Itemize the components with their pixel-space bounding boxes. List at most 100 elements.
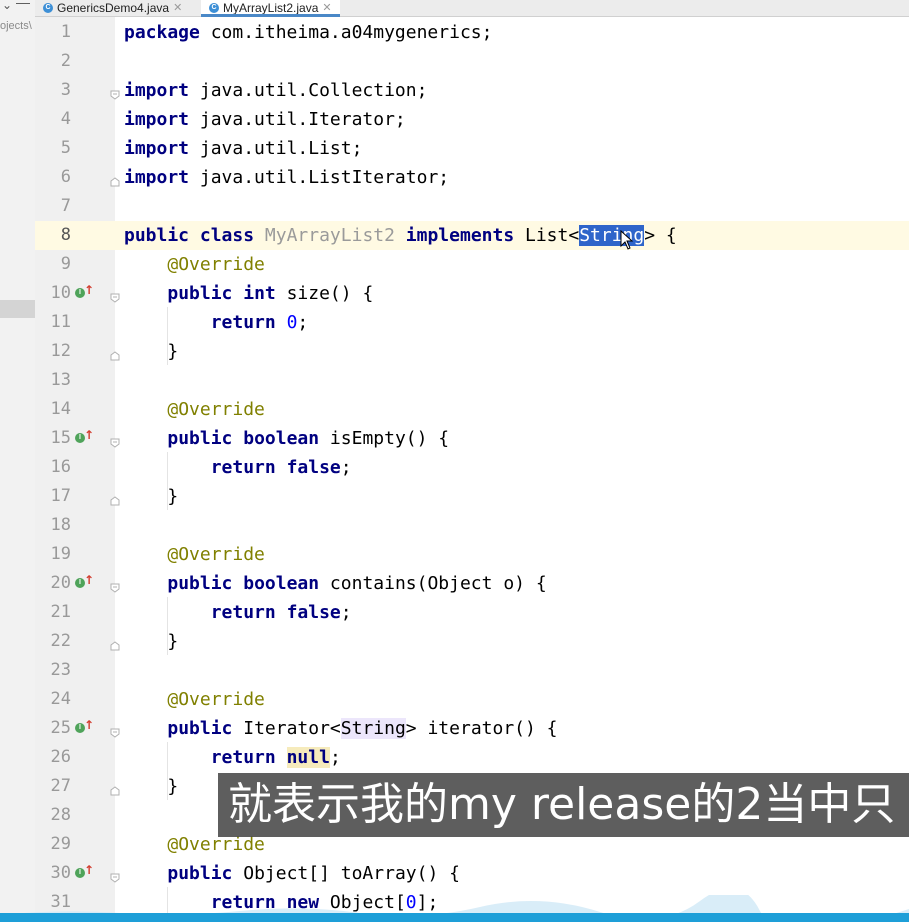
line-number[interactable]: 28 xyxy=(35,801,71,830)
code-line-23[interactable]: 23 xyxy=(35,656,909,685)
fold-start-icon[interactable] xyxy=(110,868,120,883)
fold-start-icon[interactable] xyxy=(110,723,120,738)
project-tree-selected-row[interactable] xyxy=(0,300,35,318)
code-line-9[interactable]: 9 @Override xyxy=(35,250,909,279)
code-text[interactable]: import java.util.ListIterator; xyxy=(124,163,449,192)
code-line-14[interactable]: 14 @Override xyxy=(35,395,909,424)
line-number[interactable]: 2 xyxy=(35,47,71,76)
code-line-11[interactable]: 11 return 0; xyxy=(35,308,909,337)
line-number[interactable]: 8 xyxy=(35,221,71,250)
line-number[interactable]: 11 xyxy=(35,308,71,337)
code-line-30[interactable]: 30 I ↑ public Object[] toArray() { xyxy=(35,859,909,888)
line-number[interactable]: 18 xyxy=(35,511,71,540)
collapse-caret-icon[interactable]: ⌄ xyxy=(2,0,12,12)
code-text[interactable]: return 0; xyxy=(124,308,309,337)
code-text[interactable]: public boolean contains(Object o) { xyxy=(124,569,546,598)
code-text[interactable]: import java.util.List; xyxy=(124,134,362,163)
code-text[interactable]: import java.util.Iterator; xyxy=(124,105,406,134)
line-number[interactable]: 22 xyxy=(35,627,71,656)
implements-method-icon[interactable]: I ↑ xyxy=(75,428,94,445)
code-line-17[interactable]: 17 } xyxy=(35,482,909,511)
line-number[interactable]: 7 xyxy=(35,192,71,221)
code-text[interactable]: public int size() { xyxy=(124,279,373,308)
close-icon[interactable]: ✕ xyxy=(173,2,182,14)
code-line-6[interactable]: 6 import java.util.ListIterator; xyxy=(35,163,909,192)
line-number[interactable]: 21 xyxy=(35,598,71,627)
code-text[interactable]: public Iterator<String> iterator() { xyxy=(124,714,558,743)
line-number[interactable]: 6 xyxy=(35,163,71,192)
code-line-7[interactable]: 7 xyxy=(35,192,909,221)
fold-start-icon[interactable] xyxy=(110,433,120,448)
code-line-3[interactable]: 3 import java.util.Collection; xyxy=(35,76,909,105)
code-text[interactable]: public boolean isEmpty() { xyxy=(124,424,449,453)
progress-bar[interactable] xyxy=(0,913,909,922)
code-text[interactable]: package com.itheima.a04mygenerics; xyxy=(124,18,492,47)
fold-end-icon[interactable] xyxy=(110,346,120,361)
code-line-15[interactable]: 15 I ↑ public boolean isEmpty() { xyxy=(35,424,909,453)
code-line-8[interactable]: 8 public class MyArrayList2 implements Li… xyxy=(35,221,909,250)
code-text[interactable]: } xyxy=(124,337,178,366)
minimize-icon[interactable]: — xyxy=(16,0,30,10)
code-text[interactable]: return false; xyxy=(124,453,352,482)
project-panel-strip[interactable]: ⌄ — ojects\ xyxy=(0,0,36,922)
line-number[interactable]: 13 xyxy=(35,366,71,395)
line-number[interactable]: 30 xyxy=(35,859,71,888)
line-number[interactable]: 25 xyxy=(35,714,71,743)
line-number[interactable]: 3 xyxy=(35,76,71,105)
implements-method-icon[interactable]: I ↑ xyxy=(75,573,94,590)
line-number[interactable]: 24 xyxy=(35,685,71,714)
code-line-5[interactable]: 5 import java.util.List; xyxy=(35,134,909,163)
line-number[interactable]: 1 xyxy=(35,18,71,47)
code-line-12[interactable]: 12 } xyxy=(35,337,909,366)
line-number[interactable]: 29 xyxy=(35,830,71,859)
implements-method-icon[interactable]: I ↑ xyxy=(75,283,94,300)
code-text[interactable]: import java.util.Collection; xyxy=(124,76,427,105)
implements-method-icon[interactable]: I ↑ xyxy=(75,863,94,880)
line-number[interactable]: 20 xyxy=(35,569,71,598)
code-line-10[interactable]: 10 I ↑ public int size() { xyxy=(35,279,909,308)
fold-start-icon[interactable] xyxy=(110,288,120,303)
line-number[interactable]: 27 xyxy=(35,772,71,801)
code-text[interactable]: @Override xyxy=(124,685,265,714)
fold-end-icon[interactable] xyxy=(110,491,120,506)
fold-end-icon[interactable] xyxy=(110,781,120,796)
code-text[interactable]: public class MyArrayList2 implements Lis… xyxy=(124,221,677,250)
fold-end-icon[interactable] xyxy=(110,172,120,187)
fold-start-icon[interactable] xyxy=(110,578,120,593)
line-number[interactable]: 23 xyxy=(35,656,71,685)
tab-myarraylist2[interactable]: C MyArrayList2.java ✕ xyxy=(201,0,340,17)
tab-genericsdemo4[interactable]: C GenericsDemo4.java ✕ xyxy=(43,0,182,16)
code-text[interactable]: } xyxy=(124,482,178,511)
code-line-26[interactable]: 26 return null; xyxy=(35,743,909,772)
code-line-21[interactable]: 21 return false; xyxy=(35,598,909,627)
line-number[interactable]: 16 xyxy=(35,453,71,482)
line-number[interactable]: 26 xyxy=(35,743,71,772)
code-line-24[interactable]: 24 @Override xyxy=(35,685,909,714)
code-line-25[interactable]: 25 I ↑ public Iterator<String> iterator() … xyxy=(35,714,909,743)
code-text[interactable]: return null; xyxy=(124,743,341,772)
code-line-16[interactable]: 16 return false; xyxy=(35,453,909,482)
code-text[interactable]: @Override xyxy=(124,540,265,569)
line-number[interactable]: 4 xyxy=(35,105,71,134)
code-text[interactable]: @Override xyxy=(124,250,265,279)
line-number[interactable]: 5 xyxy=(35,134,71,163)
code-text[interactable]: public Object[] toArray() { xyxy=(124,859,460,888)
code-line-2[interactable]: 2 xyxy=(35,47,909,76)
line-number[interactable]: 12 xyxy=(35,337,71,366)
code-line-20[interactable]: 20 I ↑ public boolean contains(Object o) { xyxy=(35,569,909,598)
code-line-4[interactable]: 4 import java.util.Iterator; xyxy=(35,105,909,134)
code-text[interactable]: } xyxy=(124,772,178,801)
fold-start-icon[interactable] xyxy=(110,85,120,100)
line-number[interactable]: 17 xyxy=(35,482,71,511)
code-line-1[interactable]: 1 package com.itheima.a04mygenerics; xyxy=(35,18,909,47)
line-number[interactable]: 15 xyxy=(35,424,71,453)
line-number[interactable]: 19 xyxy=(35,540,71,569)
implements-method-icon[interactable]: I ↑ xyxy=(75,718,94,735)
line-number[interactable]: 9 xyxy=(35,250,71,279)
code-line-22[interactable]: 22 } xyxy=(35,627,909,656)
close-icon[interactable]: ✕ xyxy=(322,2,331,14)
code-text[interactable]: @Override xyxy=(124,395,265,424)
line-number[interactable]: 14 xyxy=(35,395,71,424)
line-number[interactable]: 10 xyxy=(35,279,71,308)
code-text[interactable]: } xyxy=(124,627,178,656)
